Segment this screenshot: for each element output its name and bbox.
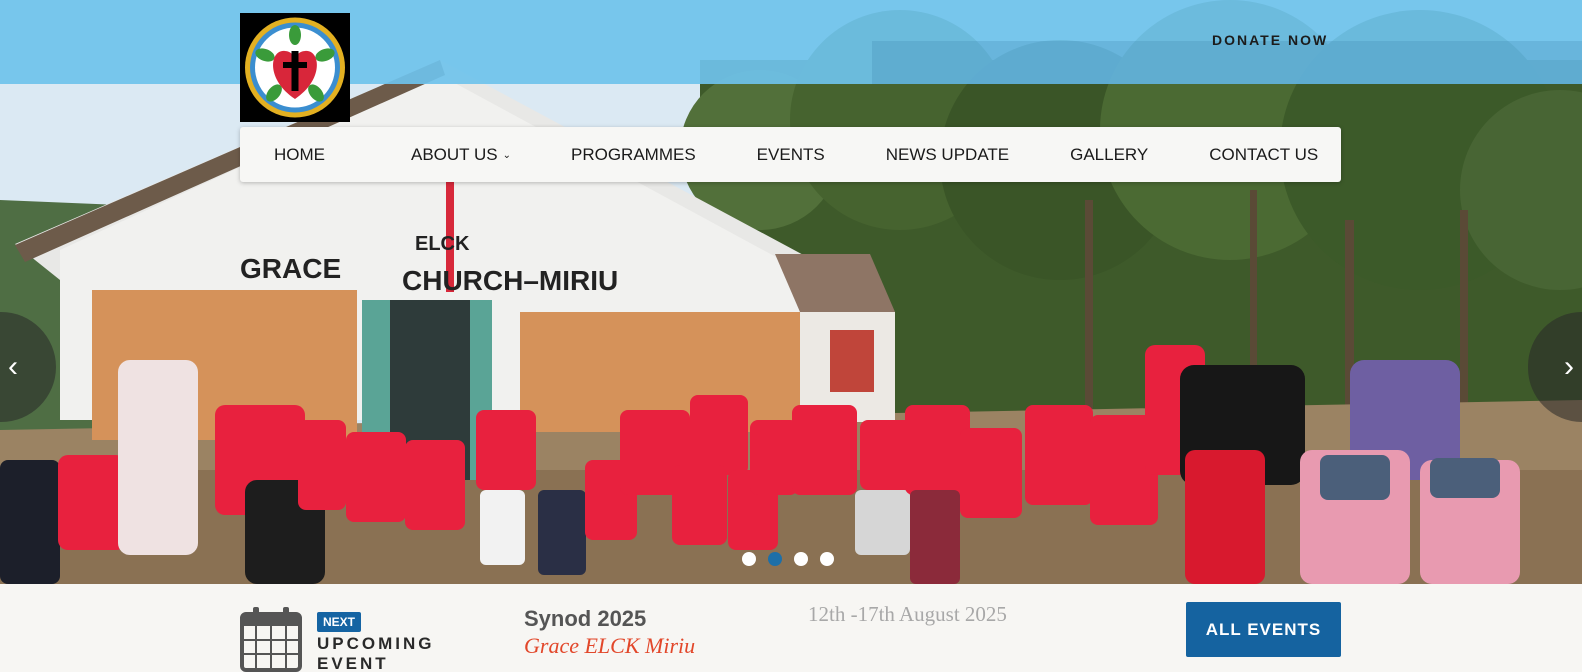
church-sign-name: CHURCH–MIRIU: [402, 265, 618, 296]
page: ELCK GRACE CHURCH–MIRIU DONATE NOW HOME …: [0, 0, 1582, 672]
main-nav: HOME ABOUT US ⌄ PROGRAMMES EVENTS NEWS U…: [240, 127, 1341, 182]
hero-photo: ELCK GRACE CHURCH–MIRIU: [0, 0, 1582, 584]
slider-dot[interactable]: [742, 552, 756, 566]
upcoming-event-bar: NEXT UPCOMING EVENT Synod 2025 Grace ELC…: [0, 584, 1582, 672]
event-title[interactable]: Synod 2025: [524, 606, 646, 632]
event-venue: Grace ELCK Miriu: [524, 633, 696, 658]
event-date: 12th -17th August 2025: [808, 602, 1007, 626]
nav-item-label: CONTACT US: [1209, 144, 1319, 164]
slider-dot-active[interactable]: [768, 552, 782, 566]
top-bar: [0, 0, 1582, 84]
upcoming-event-label: UPCOMING EVENT: [317, 634, 435, 672]
nav-item-label: PROGRAMMES: [570, 144, 696, 164]
calendar-icon: [240, 607, 302, 672]
donate-now-link[interactable]: DONATE NOW: [1212, 32, 1328, 48]
slider-dots: [742, 552, 834, 566]
nav-item-label: ABOUT US: [411, 144, 498, 164]
nav-item-label: EVENTS: [756, 144, 825, 164]
church-sign-elck: ELCK: [415, 233, 470, 255]
nav-item-label: GALLERY: [1070, 144, 1149, 164]
nav-item-label: NEWS UPDATE: [885, 144, 1010, 164]
hero-slider: ELCK GRACE CHURCH–MIRIU: [0, 0, 1582, 584]
luther-rose-icon: [240, 13, 350, 122]
nav-item-contact-us[interactable]: CONTACT US: [1209, 145, 1318, 165]
slider-dot[interactable]: [820, 552, 834, 566]
nav-item-label: HOME: [274, 144, 325, 164]
next-badge: NEXT: [317, 612, 362, 632]
nav-item-events[interactable]: EVENTS: [757, 145, 825, 165]
nav-item-gallery[interactable]: GALLERY: [1070, 145, 1148, 165]
chevron-left-icon: ‹: [8, 350, 18, 383]
nav-item-programmes[interactable]: PROGRAMMES: [571, 145, 696, 165]
site-logo[interactable]: [240, 13, 350, 122]
nav-item-news-update[interactable]: NEWS UPDATE: [886, 145, 1009, 165]
all-events-button[interactable]: ALL EVENTS: [1186, 602, 1341, 657]
church-sign-grace: GRACE: [240, 253, 341, 284]
nav-item-about-us[interactable]: ABOUT US ⌄: [411, 145, 511, 165]
nav-item-home[interactable]: HOME: [274, 145, 325, 165]
chevron-right-icon: ›: [1564, 350, 1574, 383]
chevron-down-icon: ⌄: [502, 150, 511, 161]
slider-dot[interactable]: [794, 552, 808, 566]
